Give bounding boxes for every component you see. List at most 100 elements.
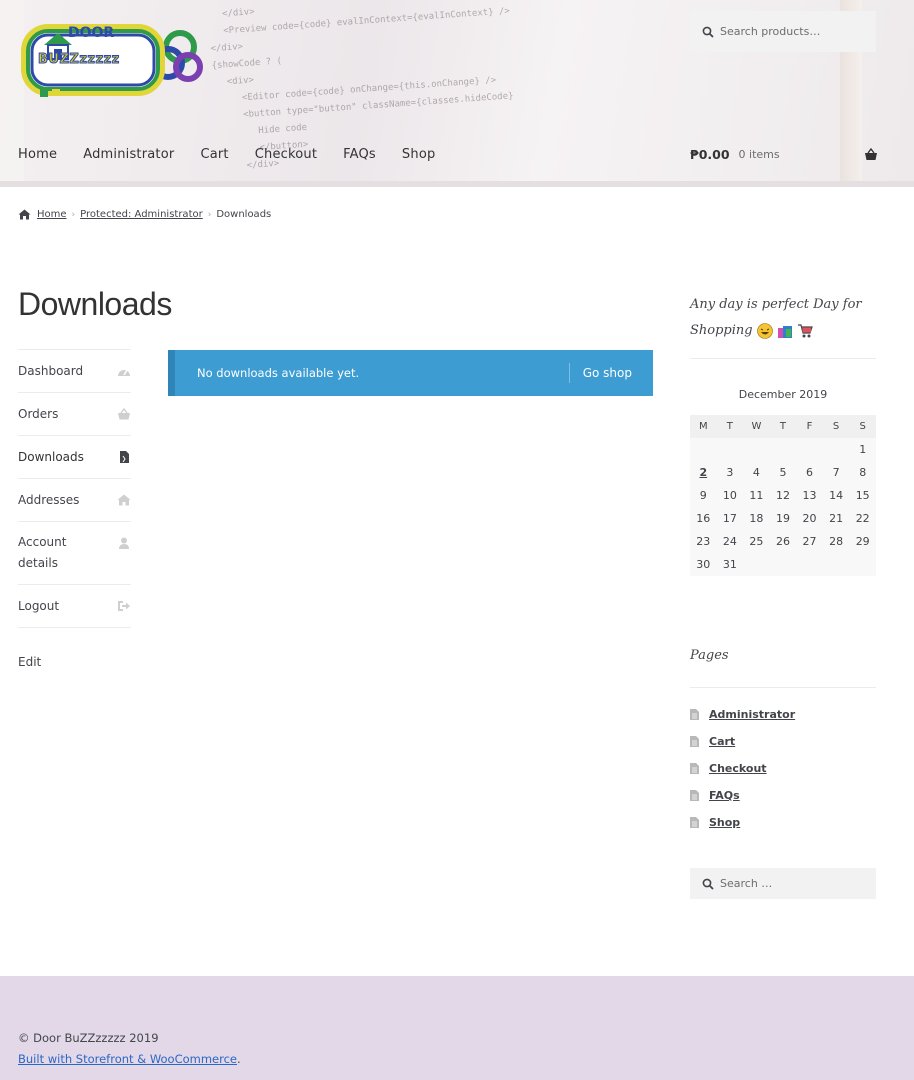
pages-list-item: Cart — [690, 728, 795, 755]
calendar-day: 31 — [716, 553, 744, 576]
sidebar-search-placeholder: Search … — [720, 877, 773, 890]
nav-administrator[interactable]: Administrator — [83, 147, 174, 162]
sidebar-tagline: Any day is perfect Day for Shopping — [690, 292, 880, 344]
calendar-day: 3 — [716, 461, 744, 484]
breadcrumb-separator: › — [207, 209, 212, 220]
pages-widget-title: Pages — [690, 648, 729, 663]
calendar-day: 13 — [796, 484, 823, 507]
page-title: Downloads — [18, 286, 172, 322]
account-nav-dashboard[interactable]: Dashboard — [18, 349, 131, 392]
tagline-line-2: Shopping — [690, 323, 753, 338]
calendar-day: 20 — [796, 507, 823, 530]
calendar-weekday: M — [690, 415, 717, 438]
calendar-day — [822, 438, 850, 461]
calendar-weekday: S — [822, 415, 850, 438]
calendar-day: 11 — [743, 484, 770, 507]
page-link-faqs[interactable]: FAQs — [709, 789, 740, 802]
page-icon — [690, 736, 699, 747]
home-icon — [117, 494, 131, 506]
account-nav-logout[interactable]: Logout — [18, 584, 131, 628]
cart-item-count: 0 items — [738, 148, 780, 161]
calendar-day: 28 — [822, 530, 850, 553]
calendar-day — [796, 553, 823, 576]
calendar-day: 12 — [769, 484, 797, 507]
header-bottom-edge — [0, 181, 914, 187]
site-footer: © Door BuZZzzzzz 2019 Built with Storefr… — [0, 976, 914, 1080]
edit-link[interactable]: Edit — [18, 655, 41, 669]
page-icon — [690, 763, 699, 774]
nav-faqs[interactable]: FAQs — [343, 147, 376, 162]
file-icon — [120, 451, 129, 463]
calendar-day: 10 — [716, 484, 744, 507]
breadcrumb: Home › Protected: Administrator › Downlo… — [18, 209, 271, 220]
account-nav-orders[interactable]: Orders — [18, 392, 131, 435]
sidebar-divider — [690, 687, 876, 688]
shopping-cart-icon — [797, 323, 813, 337]
calendar-weekday: T — [716, 415, 744, 438]
calendar-day: 27 — [796, 530, 823, 553]
go-shop-button[interactable]: Go shop — [570, 366, 653, 380]
calendar-day: 30 — [690, 553, 717, 576]
calendar-week: 23 24 25 26 27 28 29 — [690, 530, 876, 553]
no-downloads-notice: No downloads available yet. Go shop — [168, 350, 653, 396]
calendar-day: 29 — [849, 530, 876, 553]
calendar-week: 30 31 — [690, 553, 876, 576]
breadcrumb-home[interactable]: Home — [37, 209, 67, 220]
calendar-day — [822, 553, 850, 576]
page-icon — [690, 709, 699, 720]
nav-checkout[interactable]: Checkout — [255, 147, 317, 162]
calendar-day: 22 — [849, 507, 876, 530]
search-icon — [702, 878, 714, 890]
account-navigation: Dashboard Orders Downloads Addresses Acc… — [18, 349, 131, 628]
account-nav-downloads[interactable]: Downloads — [18, 435, 131, 478]
calendar-day: 16 — [690, 507, 717, 530]
calendar-day — [716, 438, 744, 461]
pages-list-item: Checkout — [690, 755, 795, 782]
logo-text-door: DOOR — [68, 25, 115, 41]
calendar-day-link[interactable]: 2 — [690, 461, 717, 484]
account-nav-addresses[interactable]: Addresses — [18, 478, 131, 521]
shopping-bags-icon — [777, 325, 792, 338]
nav-home[interactable]: Home — [18, 147, 57, 162]
nav-cart[interactable]: Cart — [200, 147, 228, 162]
account-nav-label: Addresses — [18, 493, 80, 507]
primary-navigation: Home Administrator Cart Checkout FAQs Sh… — [18, 147, 461, 162]
footer-credit: Built with Storefront & WooCommerce. — [18, 1052, 241, 1066]
calendar-day: 14 — [822, 484, 850, 507]
header-cart[interactable]: ₱0.00 0 items — [690, 147, 878, 162]
pages-list-item: FAQs — [690, 782, 795, 809]
calendar-week: 9 10 11 12 13 14 15 — [690, 484, 876, 507]
basket-icon — [865, 148, 877, 160]
account-nav-account-details[interactable]: Account details — [18, 521, 131, 584]
calendar-day: 5 — [769, 461, 797, 484]
account-nav-label: Orders — [18, 407, 59, 421]
search-icon — [702, 26, 714, 38]
calendar-day — [849, 553, 876, 576]
calendar-week: 16 17 18 19 20 21 22 — [690, 507, 876, 530]
product-search-field[interactable]: Search products… — [690, 11, 876, 52]
calendar-day — [690, 438, 717, 461]
logo-text-buzz: BUZZzzzzz — [38, 52, 120, 68]
pages-list-item: Shop — [690, 809, 795, 836]
page-link-cart[interactable]: Cart — [709, 735, 735, 748]
calendar-day: 24 — [716, 530, 744, 553]
calendar-day: 25 — [743, 530, 770, 553]
breadcrumb-parent[interactable]: Protected: Administrator — [80, 209, 203, 220]
page-link-shop[interactable]: Shop — [709, 816, 740, 829]
pages-list: Administrator Cart Checkout FAQs Shop — [690, 701, 795, 836]
calendar-day — [796, 438, 823, 461]
calendar-weekday: T — [769, 415, 797, 438]
nav-shop[interactable]: Shop — [402, 147, 436, 162]
footer-built-with-link[interactable]: Built with Storefront & WooCommerce — [18, 1052, 237, 1066]
calendar-day: 21 — [822, 507, 850, 530]
home-icon — [18, 209, 31, 220]
calendar-day: 19 — [769, 507, 797, 530]
page-link-checkout[interactable]: Checkout — [709, 762, 767, 775]
calendar-caption: December 2019 — [738, 388, 828, 401]
page-link-administrator[interactable]: Administrator — [709, 708, 795, 721]
laughing-face-icon — [756, 322, 773, 339]
basket-icon — [118, 408, 130, 420]
calendar-day: 18 — [743, 507, 770, 530]
sidebar-search-field[interactable]: Search … — [690, 868, 876, 899]
breadcrumb-separator: › — [71, 209, 76, 220]
